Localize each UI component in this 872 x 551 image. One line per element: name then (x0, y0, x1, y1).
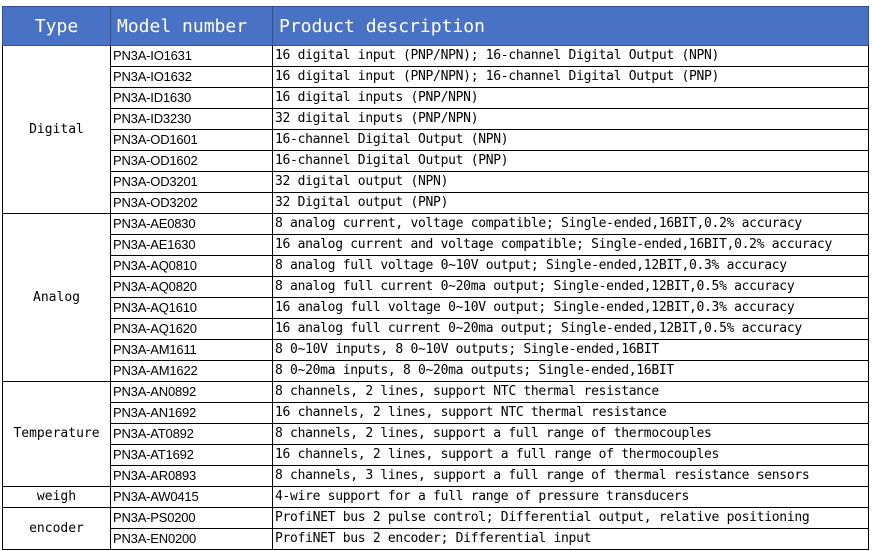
table-row: PN3A-EN0200 ProfiNET bus 2 encoder; Diffe… (3, 528, 869, 550)
table-row: encoder PN3A-PS0200 ProfiNET bus 2 pulse c… (2, 507, 869, 550)
product-description-cell: 8 channels, 3 lines, support a full rang… (272, 465, 869, 487)
product-description-cell: 16 channels, 2 lines, support a full ran… (272, 444, 869, 466)
product-description-cell: 16 analog full voltage 0~10V output; Sin… (272, 297, 869, 319)
table-row: PN3A-AQ0820 8 analog full current 0~20ma … (3, 276, 869, 298)
table-row: PN3A-AQ0810 8 analog full voltage 0~10V o… (3, 255, 869, 277)
header-model-number: Model number (110, 6, 273, 46)
model-number-cell: PN3A-AN0892 (110, 381, 273, 403)
product-description-cell: 16 digital input (PNP/NPN); 16-channel D… (272, 66, 869, 88)
header-type: Type (2, 6, 111, 46)
product-description-cell: 8 channels, 2 lines, support a full rang… (272, 423, 869, 445)
table-row: PN3A-AQ1620 16 analog full current 0~20ma… (3, 318, 869, 340)
product-description-cell: 8 analog full current 0~20ma output; Sin… (272, 276, 869, 298)
table-row: PN3A-OD3201 32 digital output (NPN) (3, 171, 869, 193)
table-row: PN3A-ID1630 16 digital inputs (PNP/NPN) (3, 87, 869, 109)
model-number-cell: PN3A-OD3201 (110, 171, 273, 193)
model-number-cell: PN3A-OD1601 (110, 129, 273, 151)
product-description-cell: 32 digital inputs (PNP/NPN) (272, 108, 869, 130)
product-description-cell: 16-channel Digital Output (NPN) (272, 129, 869, 151)
type-cell: Digital (2, 45, 111, 214)
model-number-cell: PN3A-AT1692 (110, 444, 273, 466)
model-number-cell: PN3A-AM1622 (110, 360, 273, 382)
type-cell: weigh (2, 486, 111, 508)
table-row: PN3A-AM1611 8 0~10V inputs, 8 0~10V outpu… (3, 339, 869, 361)
product-description-cell: 32 Digital output (PNP) (272, 192, 869, 214)
model-number-cell: PN3A-AQ0810 (110, 255, 273, 277)
table-row: PN3A-IO1632 16 digital input (PNP/NPN); 1… (3, 66, 869, 88)
table-row: PN3A-AQ1610 16 analog full voltage 0~10V … (3, 297, 869, 319)
product-description-cell: 8 channels, 2 lines, support NTC thermal… (272, 381, 869, 403)
type-cell: encoder (2, 507, 111, 550)
model-number-cell: PN3A-ID1630 (110, 87, 273, 109)
table-row: Temperature PN3A-AN0892 8 channels, 2 line… (2, 381, 869, 487)
product-description-cell: 8 0~10V inputs, 8 0~10V outputs; Single-… (272, 339, 869, 361)
model-number-cell: PN3A-OD3202 (110, 192, 273, 214)
product-description-cell: 16 digital inputs (PNP/NPN) (272, 87, 869, 109)
product-description-cell: 8 analog full voltage 0~10V output; Sing… (272, 255, 869, 277)
table-row: PN3A-ID3230 32 digital inputs (PNP/NPN) (3, 108, 869, 130)
model-number-cell: PN3A-AQ0820 (110, 276, 273, 298)
type-cell: Analog (2, 213, 111, 382)
table-row: PN3A-AT0892 8 channels, 2 lines, support … (3, 423, 869, 445)
model-number-cell: PN3A-PS0200 (110, 507, 273, 529)
table-row: PN3A-OD3202 32 Digital output (PNP) (3, 192, 869, 214)
product-description-cell: 16 digital input (PNP/NPN); 16-channel D… (272, 45, 869, 67)
product-description-cell: 16 analog full current 0~20ma output; Si… (272, 318, 869, 340)
table-row: weigh PN3A-AW0415 4-wire support for a ful… (2, 486, 869, 508)
table-row: PN3A-AR0893 8 channels, 3 lines, support … (3, 465, 869, 487)
product-description-cell: ProfiNET bus 2 pulse control; Differenti… (272, 507, 869, 529)
table-row: PN3A-OD1602 16-channel Digital Output (PN… (3, 150, 869, 172)
model-number-cell: PN3A-AT0892 (110, 423, 273, 445)
model-number-cell: PN3A-ID3230 (110, 108, 273, 130)
table-row: PN3A-OD1601 16-channel Digital Output (NP… (3, 129, 869, 151)
product-description-cell: 8 0~20ma inputs, 8 0~20ma outputs; Singl… (272, 360, 869, 382)
product-table: Type Model number Product description Di… (2, 6, 869, 550)
model-number-cell: PN3A-AQ1620 (110, 318, 273, 340)
table-row: PN3A-AM1622 8 0~20ma inputs, 8 0~20ma out… (3, 360, 869, 382)
model-number-cell: PN3A-AQ1610 (110, 297, 273, 319)
type-cell: Temperature (2, 381, 111, 487)
product-description-cell: 16 analog current and voltage compatible… (272, 234, 869, 256)
table-row: Digital PN3A-IO1631 16 digital input (PNP/… (2, 45, 869, 214)
model-number-cell: PN3A-AN1692 (110, 402, 273, 424)
model-number-cell: PN3A-IO1632 (110, 66, 273, 88)
model-number-cell: PN3A-AM1611 (110, 339, 273, 361)
model-number-cell: PN3A-IO1631 (110, 45, 273, 67)
product-description-cell: 4-wire support for a full range of press… (272, 486, 869, 508)
model-number-cell: PN3A-AW0415 (110, 486, 273, 508)
model-number-cell: PN3A-AE0830 (110, 213, 273, 235)
table-row: Analog PN3A-AE0830 8 analog current, volta… (2, 213, 869, 382)
product-description-cell: 16-channel Digital Output (PNP) (272, 150, 869, 172)
header-row: Type Model number Product description (2, 6, 869, 46)
table-row: PN3A-AE1630 16 analog current and voltage… (3, 234, 869, 256)
model-number-cell: PN3A-EN0200 (110, 528, 273, 550)
product-description-cell: 16 channels, 2 lines, support NTC therma… (272, 402, 869, 424)
product-description-cell: 8 analog current, voltage compatible; Si… (272, 213, 869, 235)
header-product-description: Product description (272, 6, 869, 46)
table-header: Type Model number Product description (2, 6, 869, 46)
model-number-cell: PN3A-AE1630 (110, 234, 273, 256)
product-description-cell: 32 digital output (NPN) (272, 171, 869, 193)
model-number-cell: PN3A-OD1602 (110, 150, 273, 172)
table-row: PN3A-AT1692 16 channels, 2 lines, support… (3, 444, 869, 466)
product-table-container: Type Model number Product description Di… (2, 6, 869, 550)
table-row: PN3A-AN1692 16 channels, 2 lines, support… (3, 402, 869, 424)
product-description-cell: ProfiNET bus 2 encoder; Differential inp… (272, 528, 869, 550)
table-body: Digital PN3A-IO1631 16 digital input (PNP/… (2, 45, 869, 550)
model-number-cell: PN3A-AR0893 (110, 465, 273, 487)
